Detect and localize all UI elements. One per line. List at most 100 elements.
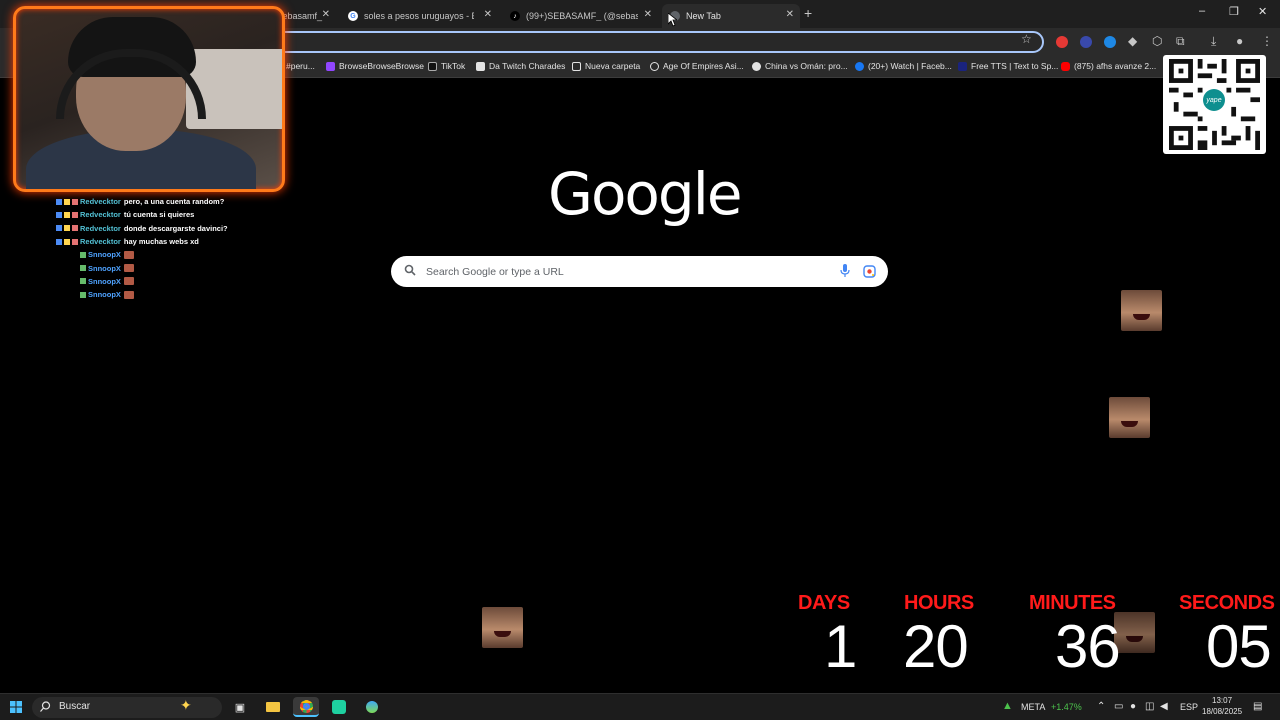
battery-icon[interactable]: ▭	[1114, 701, 1123, 712]
chat-message: Redvecktor pero, a una cuenta random?	[56, 195, 286, 208]
tag-icon	[476, 61, 485, 71]
extension-shield-icon[interactable]	[1104, 36, 1116, 48]
bookmark-browse[interactable]: BrowseBrowseBrowse	[326, 61, 424, 71]
chat-text: pero, a una cuenta random?	[123, 197, 225, 207]
chat-message: SnnoopX	[56, 261, 286, 274]
clock-time[interactable]: 13:07	[1212, 696, 1232, 705]
badge-icon	[56, 225, 62, 232]
volume-icon[interactable]: ◀	[1160, 701, 1168, 712]
google-logo: Google	[548, 160, 743, 228]
globe-icon	[650, 61, 659, 71]
notifications-icon[interactable]: ▤	[1253, 701, 1262, 712]
microphone-icon[interactable]	[840, 264, 850, 278]
bookmark-twitch-charades[interactable]: Da Twitch Charades	[476, 61, 565, 71]
maximize-button[interactable]: ❐	[1229, 5, 1239, 18]
extensions-puzzle-icon[interactable]: ⧉	[1176, 34, 1185, 49]
minimize-button[interactable]: –	[1199, 5, 1205, 17]
badge-icon	[72, 238, 78, 245]
microphone-icon[interactable]: ●	[1130, 701, 1136, 712]
chat-text: hay muchas webs xd	[123, 237, 199, 247]
tab-new-tab[interactable]: New Tab ✕	[662, 4, 800, 28]
chat-message: Redvecktor donde descargarste davinci?	[56, 222, 286, 235]
search-icon	[404, 264, 416, 276]
yape-logo: yape	[1203, 89, 1225, 111]
floating-emote	[482, 607, 523, 648]
tab-tiktok[interactable]: ♪ (99+)SEBASAMF_ (@sebasamf_ ✕	[502, 4, 658, 28]
menu-icon[interactable]: ⋮	[1261, 34, 1273, 48]
download-icon[interactable]: ⤓	[1211, 34, 1216, 49]
network-icon[interactable]: ◫	[1145, 701, 1154, 712]
badge-icon	[80, 251, 86, 258]
chat-message: SnnoopX	[56, 275, 286, 288]
bookmark-folder[interactable]: Nueva carpeta	[572, 61, 640, 71]
clock-date[interactable]: 18/08/2025	[1202, 707, 1242, 716]
bookmark-free-tts[interactable]: Free TTS | Text to Sp...	[958, 61, 1058, 71]
chat-username: SnnoopX	[88, 276, 121, 286]
bookmark-facebook[interactable]: (20+) Watch | Faceb...	[855, 61, 952, 71]
windows-taskbar	[0, 693, 1280, 720]
chat-message: SnnoopX	[56, 288, 286, 301]
close-window-button[interactable]: ✕	[1258, 5, 1267, 18]
close-icon[interactable]: ✕	[322, 9, 330, 20]
floating-emote	[1109, 397, 1150, 438]
task-view-icon[interactable]: ▣	[227, 697, 253, 717]
floating-emote	[1114, 612, 1155, 653]
chat-username: SnnoopX	[88, 290, 121, 300]
bookmark-tiktok[interactable]: TikTok	[428, 61, 465, 71]
extension-diamond-icon[interactable]: ◆	[1128, 34, 1137, 48]
facebook-icon	[855, 61, 864, 71]
copilot-sparkle-icon[interactable]: ✦	[180, 697, 192, 714]
extension-red-icon[interactable]	[1056, 36, 1068, 48]
emote-icon	[123, 277, 134, 286]
taskbar-search-label: Buscar	[59, 701, 91, 712]
chat-username: SnnoopX	[88, 263, 121, 273]
stock-ticker[interactable]: META	[1021, 702, 1045, 712]
close-icon[interactable]: ✕	[786, 9, 794, 20]
countdown-hours-value: 20	[903, 613, 969, 680]
twitch-icon	[326, 61, 335, 71]
badge-icon	[56, 211, 62, 218]
app-green-icon[interactable]	[326, 697, 352, 717]
youtube-icon	[1061, 61, 1070, 71]
address-bar[interactable]	[250, 31, 1044, 53]
close-icon[interactable]: ✕	[484, 9, 492, 20]
bookmark-aoe[interactable]: Age Of Empires Asi...	[650, 61, 744, 71]
close-icon[interactable]: ✕	[644, 9, 652, 20]
emote-icon	[123, 264, 134, 273]
chat-username: Redvecktor	[80, 197, 121, 207]
profile-icon[interactable]: ●	[1236, 34, 1243, 48]
badge-icon	[56, 238, 62, 245]
tts-icon	[958, 61, 967, 71]
folder-icon	[572, 61, 581, 71]
stock-chart-icon: ▲	[1002, 700, 1013, 712]
countdown-minutes-value: 36	[1055, 613, 1121, 680]
floating-emote	[1121, 290, 1162, 331]
extension-blue-icon[interactable]	[1080, 36, 1092, 48]
bookmark-peru[interactable]: #peru...	[286, 61, 315, 71]
search-placeholder: Search Google or type a URL	[426, 266, 564, 278]
badge-icon	[72, 198, 78, 205]
new-tab-button[interactable]: +	[804, 5, 812, 21]
bookmark-star-icon[interactable]: ☆	[1021, 32, 1032, 46]
bookmark-youtube[interactable]: (875) afhs avanze 2...	[1061, 61, 1156, 71]
bookmark-china-oman[interactable]: China vs Omán: pro...	[752, 61, 848, 71]
badge-icon	[72, 211, 78, 218]
google-lens-icon[interactable]	[863, 265, 876, 278]
badge-icon	[80, 291, 86, 298]
chat-username: SnnoopX	[88, 250, 121, 260]
file-explorer-icon[interactable]	[260, 697, 286, 717]
app-davinci-icon[interactable]	[359, 697, 385, 717]
windows-start-icon[interactable]	[10, 701, 22, 713]
chevron-up-icon[interactable]: ⌃	[1097, 701, 1105, 712]
extension-off-icon[interactable]: ⬡	[1152, 34, 1162, 48]
language-indicator[interactable]: ESP	[1180, 702, 1198, 712]
badge-icon	[64, 198, 70, 205]
chat-username: Redvecktor	[80, 210, 121, 220]
chat-message: Redvecktor tú cuenta si quieres	[56, 208, 286, 221]
tab-google-search[interactable]: G soles a pesos uruguayos - Busc ✕	[340, 4, 498, 28]
chat-message: Redvecktor hay muchas webs xd	[56, 235, 286, 248]
chrome-icon[interactable]	[293, 697, 319, 717]
tiktok-icon	[428, 61, 437, 71]
badge-icon	[56, 198, 62, 205]
tiktok-icon: ♪	[510, 11, 520, 21]
